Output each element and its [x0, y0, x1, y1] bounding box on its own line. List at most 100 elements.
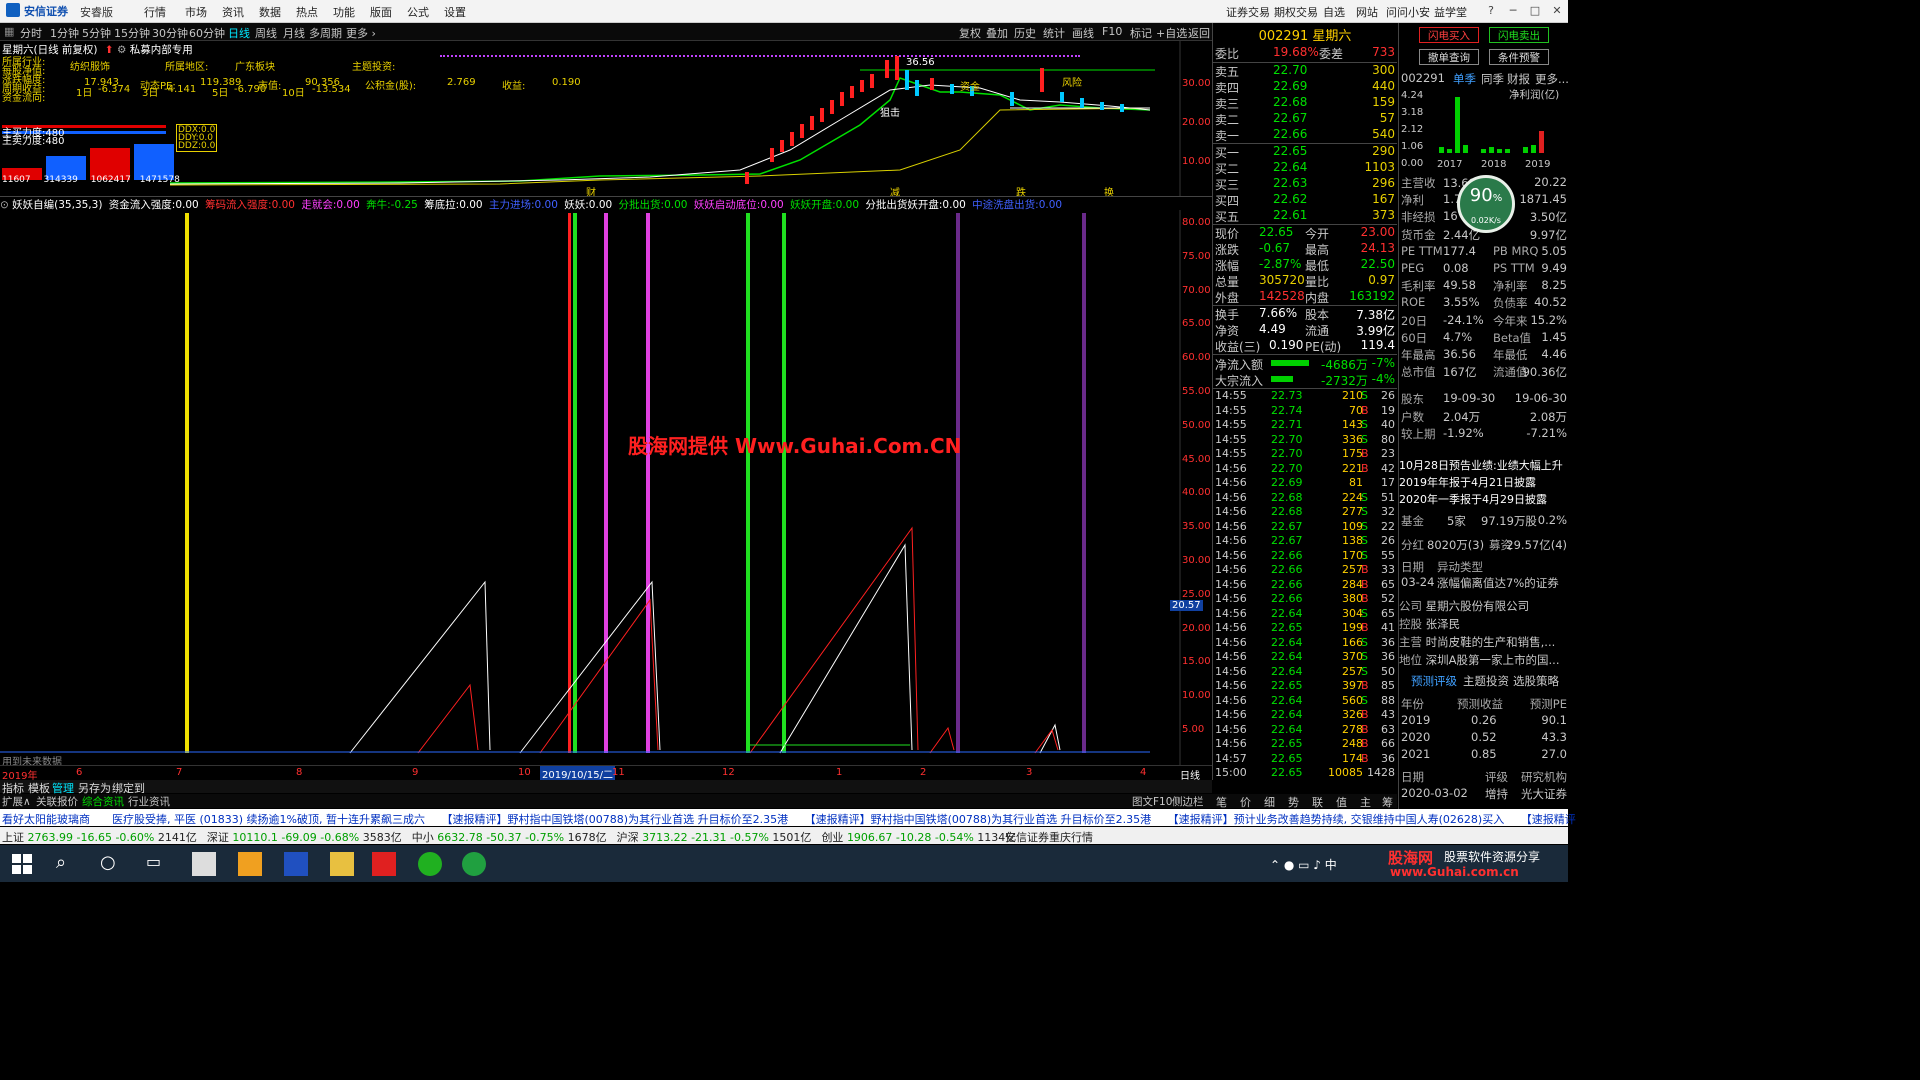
pred-row-2019: 2019 0.26 90.1	[1401, 713, 1567, 727]
menu-right-option[interactable]: 期权交易	[1274, 4, 1318, 20]
qtab-shi[interactable]: 势	[1288, 794, 1299, 810]
period-5min[interactable]: 5分钟	[82, 25, 111, 41]
notes-block: 10月28日预告业绩:业绩大幅上升 2019年年报于4月21日披露 2020年一季报…	[1399, 459, 1563, 506]
menu-item-gongneng[interactable]: 功能	[333, 4, 355, 20]
ask-4[interactable]: 卖四 22.69 440	[1213, 79, 1397, 95]
maximize-icon[interactable]: □	[1524, 0, 1546, 22]
cortana-icon[interactable]: ○	[100, 852, 124, 876]
bid-5[interactable]: 买五 22.61 373	[1213, 208, 1397, 224]
task-view-icon[interactable]: ▭	[146, 852, 170, 876]
windows-taskbar: ⌕ ○ ▭ ⌃ ● ▭ ♪ 中 股海网 股票软件资源分享 www.Guhai.c…	[0, 845, 1568, 882]
brand-name: 安信证券	[24, 5, 68, 18]
qtab-zhi[interactable]: 值	[1336, 794, 1347, 810]
ask-1[interactable]: 卖一 22.66 540	[1213, 127, 1397, 143]
period-60min[interactable]: 60分钟	[189, 25, 225, 41]
bid-4[interactable]: 买四 22.62 167	[1213, 192, 1397, 208]
menu-right-watchlist[interactable]: 自选	[1323, 4, 1345, 20]
period-daily[interactable]: 日线	[228, 25, 250, 41]
calculator-icon[interactable]	[192, 852, 216, 876]
ask-3[interactable]: 卖三 22.68 159	[1213, 95, 1397, 111]
menu-item-banmian[interactable]: 版面	[370, 4, 392, 20]
tool-diejia[interactable]: 叠加	[986, 25, 1008, 41]
tick-list[interactable]: 14:55 22.73 210 S 26 14:55 22.74 70 B 19 14:55 22.7…	[1213, 389, 1397, 779]
indicator-chart[interactable]	[0, 210, 1212, 765]
menu-item-shichang[interactable]: 市场	[185, 4, 207, 20]
fr-tab-more[interactable]: 更多...	[1535, 71, 1569, 87]
app-icon-3[interactable]	[372, 852, 396, 876]
fr-tab-quarter[interactable]: 单季	[1453, 71, 1476, 87]
tool-lishi[interactable]: 历史	[1014, 25, 1036, 41]
menu-right-learn[interactable]: 益学堂	[1434, 4, 1467, 20]
menu-item-redian[interactable]: 热点	[296, 4, 318, 20]
period-fenshi[interactable]: 分时	[20, 25, 42, 41]
tool-f10[interactable]: F10	[1102, 25, 1122, 38]
flash-buy-button[interactable]: 闪电买入	[1419, 27, 1479, 43]
tool-biaoji[interactable]: 标记	[1130, 25, 1152, 41]
help-icon[interactable]: ?	[1480, 0, 1502, 22]
menu-item-shuju[interactable]: 数据	[259, 4, 281, 20]
folder-icon[interactable]	[330, 852, 354, 876]
menu-right-ask[interactable]: 问问小安	[1386, 4, 1430, 20]
qtab-jia[interactable]: 价	[1240, 794, 1251, 810]
ext-industry[interactable]: 行业资讯	[128, 794, 170, 809]
tool-fuquan[interactable]: 复权	[959, 25, 981, 41]
speed-gauge[interactable]: 90% 0.02K/s	[1457, 175, 1515, 233]
ask-5[interactable]: 卖五 22.70 300	[1213, 63, 1397, 79]
flow-net: 净流入额 -4686万 -7%	[1215, 356, 1395, 372]
period-1min[interactable]: 1分钟	[50, 25, 79, 41]
windows-start-icon[interactable]	[10, 852, 34, 876]
period-15min[interactable]: 15分钟	[114, 25, 150, 41]
fr-tab-same[interactable]: 同季	[1481, 71, 1504, 87]
fr-tab-report[interactable]: 财报	[1507, 71, 1530, 87]
bid-2[interactable]: 买二 22.64 1103	[1213, 160, 1397, 176]
tool-back[interactable]: 返回	[1188, 25, 1210, 41]
ask-2[interactable]: 卖二 22.67 57	[1213, 111, 1397, 127]
stat-turnover: 换手 7.66% 股本 7.38亿	[1215, 306, 1395, 322]
qtab-xi[interactable]: 细	[1264, 794, 1275, 810]
period-more[interactable]: 更多 ›	[346, 25, 376, 41]
app-icon-1[interactable]	[238, 852, 262, 876]
menu-right-trade[interactable]: 证券交易	[1226, 4, 1270, 20]
wechat-icon[interactable]	[418, 852, 442, 876]
qtab-lian[interactable]: 联	[1312, 794, 1323, 810]
menu-item-shezhi[interactable]: 设置	[444, 4, 466, 20]
fin-row: 股东 19-09-30 19-06-30	[1401, 391, 1567, 407]
ext-f10[interactable]: 图文F10	[1132, 794, 1172, 809]
profit-chart	[1439, 97, 1544, 153]
qtab-zhu[interactable]: 主	[1360, 794, 1371, 810]
kline-chart[interactable]	[0, 40, 1212, 196]
ext-sidebar[interactable]: 侧边栏	[1172, 794, 1204, 809]
browser-icon[interactable]	[462, 852, 486, 876]
app-logo-icon	[6, 3, 20, 17]
period-multi[interactable]: 多周期	[309, 25, 342, 41]
menu-item-gongshi[interactable]: 公式	[407, 4, 429, 20]
bid-1[interactable]: 买一 22.65 290	[1213, 144, 1397, 160]
menu-item-hangqing[interactable]: 行情	[144, 4, 166, 20]
flash-sell-button[interactable]: 闪电卖出	[1489, 27, 1549, 43]
condition-alert-button[interactable]: 条件预警	[1489, 49, 1549, 65]
period-weekly[interactable]: 周线	[255, 25, 277, 41]
qtab-chou[interactable]: 筹	[1382, 794, 1393, 810]
minimize-icon[interactable]: ─	[1502, 0, 1524, 22]
news-ticker[interactable]: 看好太阳能玻璃商 医疗股受捧, 平医 (01833) 续扬逾1%破顶, 暂十连升…	[0, 809, 1576, 826]
period-monthly[interactable]: 月线	[283, 25, 305, 41]
period-grid-icon[interactable]: ▦	[4, 25, 14, 38]
ext-news[interactable]: 综合资讯	[82, 794, 124, 809]
ext-related[interactable]: 关联报价	[36, 794, 78, 809]
cancel-query-button[interactable]: 撤单查询	[1419, 49, 1479, 65]
qtab-bi[interactable]: 笔	[1216, 794, 1227, 810]
tool-add-watch[interactable]: +自选	[1156, 25, 1187, 41]
tray-icons[interactable]: ⌃ ● ▭ ♪ 中	[1270, 856, 1337, 873]
ext-expand[interactable]: 扩展∧	[2, 794, 31, 809]
close-icon[interactable]: ✕	[1546, 0, 1568, 22]
tool-huaxian[interactable]: 画线	[1072, 25, 1094, 41]
search-icon[interactable]: ⌕	[56, 852, 80, 876]
period-30min[interactable]: 30分钟	[152, 25, 188, 41]
anomaly-row[interactable]: 03-24 涨幅偏离值达7%的证券	[1399, 575, 1569, 591]
menu-item-zixun[interactable]: 资讯	[222, 4, 244, 20]
stat-outer: 外盘 142528 内盘 163192	[1215, 289, 1395, 305]
menu-right-site[interactable]: 网站	[1356, 4, 1378, 20]
tool-tongji[interactable]: 统计	[1043, 25, 1065, 41]
bid-3[interactable]: 买三 22.63 296	[1213, 176, 1397, 192]
app-icon-2[interactable]	[284, 852, 308, 876]
